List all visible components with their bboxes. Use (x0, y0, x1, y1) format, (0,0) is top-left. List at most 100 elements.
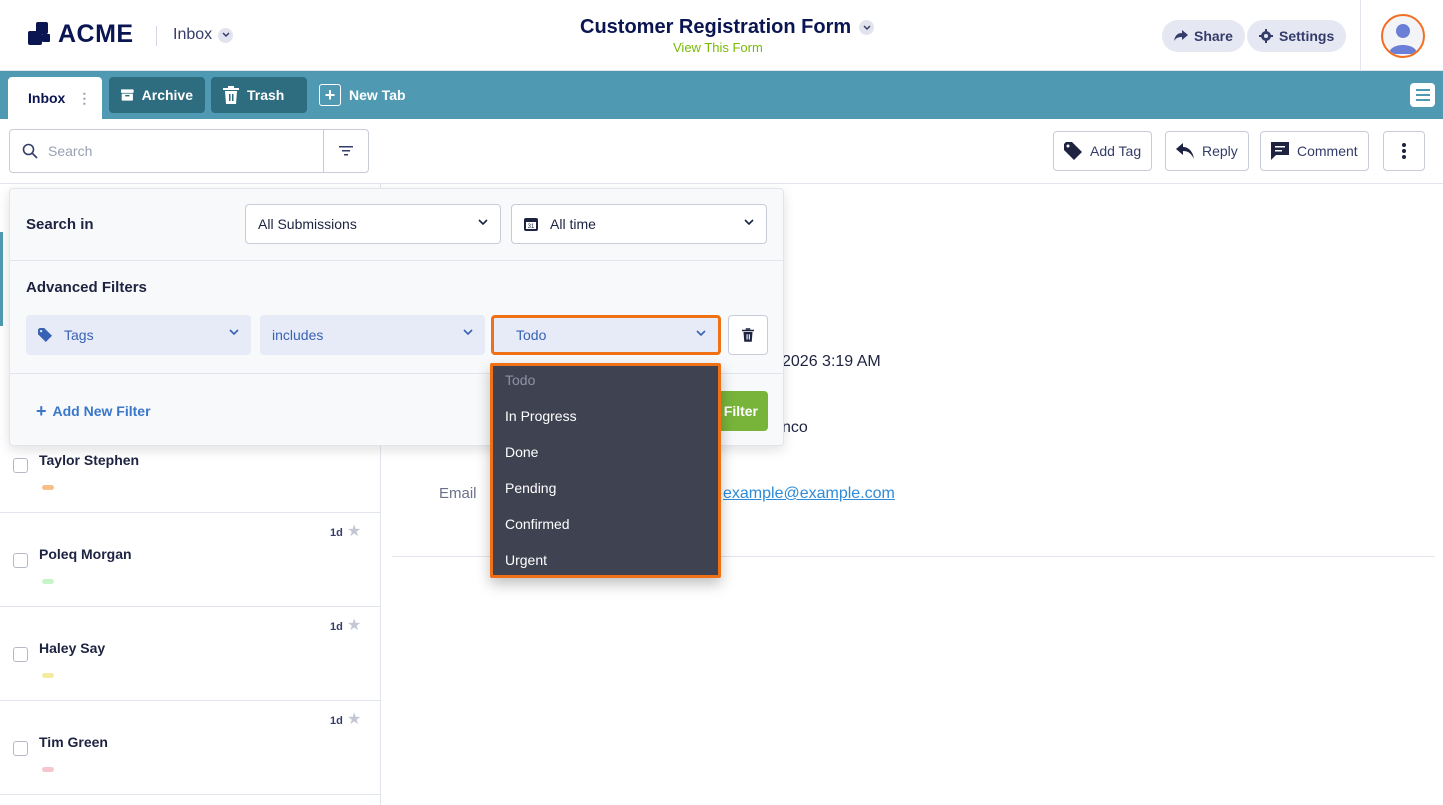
row-checkbox[interactable] (13, 458, 28, 473)
apply-filter-text: Filter (723, 403, 758, 419)
tab-trash[interactable]: Trash (211, 77, 307, 113)
header-divider (156, 26, 157, 46)
row-checkbox[interactable] (13, 741, 28, 756)
tab-archive-label: Archive (141, 87, 193, 103)
email-label: Email (439, 485, 477, 502)
top-bar: ACME Inbox Customer Registration Form Vi… (0, 0, 1443, 71)
user-avatar[interactable] (1381, 14, 1425, 58)
timestamp: 1d (330, 527, 343, 539)
timestamp: 1d (330, 715, 343, 727)
chevron-down-icon (229, 329, 239, 336)
search-icon (22, 143, 38, 159)
tab-inbox-label: Inbox (28, 90, 66, 106)
form-title: Customer Registration Form (580, 16, 852, 38)
date-range-select[interactable]: 31 All time (511, 204, 767, 244)
date-range-value: All time (550, 216, 596, 232)
dropdown-option-urgent[interactable]: Urgent (505, 552, 547, 568)
dropdown-option-in-progress[interactable]: In Progress (505, 408, 577, 424)
dropdown-option-done[interactable]: Done (505, 444, 538, 460)
filter-value-dropdown: Todo In Progress Done Pending Confirmed … (490, 363, 721, 578)
tag-icon (38, 328, 52, 342)
submission-date-value: 2026 3:19 AM (782, 353, 881, 370)
tab-trash-label: Trash (247, 87, 285, 103)
submitter-name: Taylor Stephen (39, 452, 140, 468)
trash-icon (742, 328, 754, 342)
chevron-down-icon (696, 330, 706, 337)
list-item[interactable]: 1d ★ Haley Say (0, 607, 380, 701)
tab-archive[interactable]: Archive (109, 77, 205, 113)
add-new-filter-button[interactable]: + Add New Filter (36, 402, 151, 420)
logo-text: ACME (58, 20, 134, 48)
filter-field-select[interactable]: Tags (26, 315, 251, 355)
settings-button[interactable]: Settings (1247, 20, 1347, 52)
search-box[interactable]: Search (9, 129, 369, 173)
trash-icon (223, 86, 239, 104)
gear-icon (1259, 29, 1273, 43)
more-options-button[interactable] (1383, 131, 1425, 171)
search-input[interactable]: Search (48, 143, 92, 159)
filter-field-value: Tags (64, 327, 94, 343)
submitter-name: Haley Say (39, 640, 106, 656)
add-tag-label: Add Tag (1090, 143, 1142, 159)
view-form-link[interactable]: View This Form (673, 40, 763, 55)
selected-indicator (0, 232, 3, 326)
dropdown-option-pending[interactable]: Pending (505, 480, 556, 496)
comment-button[interactable]: Comment (1260, 131, 1369, 171)
new-tab-button[interactable]: + New Tab (307, 77, 418, 113)
chevron-down-icon (463, 329, 473, 336)
delete-filter-button[interactable] (728, 315, 768, 355)
plus-icon: + (36, 401, 47, 421)
header-divider (1360, 0, 1361, 71)
share-button[interactable]: Share (1162, 20, 1245, 52)
hamburger-menu-icon[interactable] (1410, 83, 1435, 107)
filter-operator-select[interactable]: includes (260, 315, 485, 355)
row-checkbox[interactable] (13, 553, 28, 568)
comment-icon (1271, 142, 1289, 160)
scope-select[interactable]: All Submissions (245, 204, 501, 244)
apply-filter-label: Filter (722, 403, 758, 419)
email-link[interactable]: example@example.com (723, 485, 895, 503)
search-in-row: Search in All Submissions 31 All time (10, 189, 783, 261)
advanced-filters-label: Advanced Filters (26, 279, 147, 296)
chevron-down-icon (744, 219, 754, 226)
filter-value-selected: Todo (516, 327, 547, 343)
row-checkbox[interactable] (13, 647, 28, 662)
tab-inbox[interactable]: Inbox ⋮ (8, 77, 102, 119)
filter-value-select[interactable]: Todo (491, 315, 721, 355)
form-title-switcher[interactable]: Customer Registration Form (580, 16, 875, 39)
tag-indicator (42, 579, 54, 584)
search-in-label: Search in (26, 216, 94, 233)
inbox-switcher-label: Inbox (173, 26, 213, 43)
kebab-menu-icon (1402, 143, 1406, 159)
reply-icon (1176, 143, 1194, 159)
inbox-switcher[interactable]: Inbox (173, 26, 234, 44)
filter-toggle-button[interactable] (323, 130, 368, 172)
list-item[interactable]: 1d ★ Tim Green (0, 701, 380, 795)
star-icon[interactable]: ★ (347, 524, 361, 540)
add-new-filter-label: Add New Filter (52, 403, 151, 419)
reply-button[interactable]: Reply (1165, 131, 1249, 171)
calendar-icon: 31 (524, 218, 538, 231)
toolbar-row: Search Add Tag Reply Comment (0, 119, 1443, 184)
settings-label: Settings (1279, 28, 1335, 44)
new-tab-label: New Tab (349, 87, 406, 103)
star-icon[interactable]: ★ (347, 618, 361, 634)
drag-handle-icon[interactable]: ⋮ (77, 90, 91, 107)
submitter-name: Tim Green (39, 734, 108, 750)
plus-icon: + (319, 84, 341, 106)
filter-icon (339, 146, 353, 156)
chevron-down-icon (859, 20, 875, 35)
add-tag-button[interactable]: Add Tag (1053, 131, 1153, 171)
filter-operator-value: includes (272, 327, 324, 343)
comment-label: Comment (1297, 143, 1358, 159)
timestamp: 1d (330, 621, 343, 633)
list-item[interactable]: 1d ★ Poleq Morgan (0, 513, 380, 607)
dropdown-option-confirmed[interactable]: Confirmed (505, 516, 570, 532)
dropdown-option-todo: Todo (505, 372, 536, 388)
archive-icon (121, 89, 134, 101)
acme-logo[interactable]: ACME (28, 20, 134, 49)
tag-indicator (42, 673, 54, 678)
star-icon[interactable]: ★ (347, 712, 361, 728)
tag-indicator (42, 485, 54, 490)
chevron-down-icon (218, 27, 234, 43)
